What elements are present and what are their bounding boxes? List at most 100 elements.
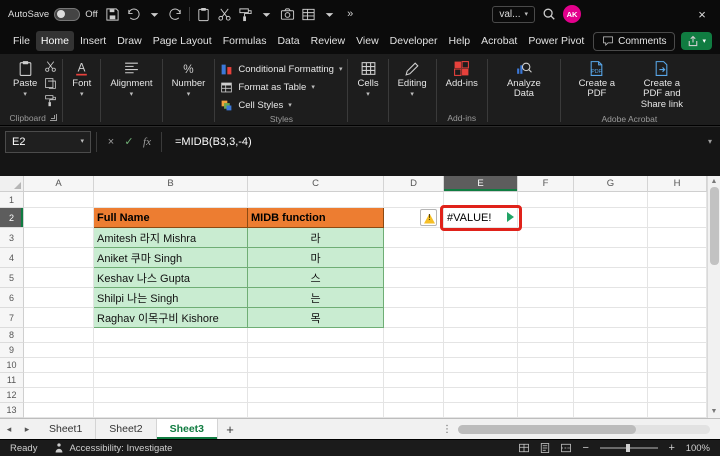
autosave-control[interactable]: AutoSave Off [8, 7, 98, 21]
cell-E3[interactable] [444, 228, 518, 248]
cell-E5[interactable] [444, 268, 518, 288]
zoom-out-icon[interactable]: − [581, 442, 591, 454]
ribbon-tab-home[interactable]: Home [35, 31, 74, 51]
format-as-table-button[interactable]: Format as Table ▾ [220, 79, 342, 95]
cell-H5[interactable] [648, 268, 707, 288]
sheet-tab-sheet2[interactable]: Sheet2 [96, 419, 157, 439]
row-header-5[interactable]: 5 [0, 268, 24, 288]
page-break-view-icon[interactable] [560, 442, 572, 454]
cell-D9[interactable] [384, 343, 444, 358]
cell-G9[interactable] [574, 343, 648, 358]
camera-icon[interactable] [280, 7, 295, 22]
close-window-button[interactable]: × [692, 7, 712, 22]
ribbon-tab-help[interactable]: Help [444, 31, 476, 51]
cell-E13[interactable] [444, 403, 518, 418]
sheet-tab-sheet1[interactable]: Sheet1 [36, 419, 97, 439]
cell-F7[interactable] [518, 308, 574, 328]
cell-B5[interactable]: Keshav 나스 Gupta [94, 268, 248, 288]
cell-B8[interactable] [94, 328, 248, 343]
cell-C5[interactable]: 스 [248, 268, 384, 288]
sheet-nav-right-icon[interactable]: ▸ [18, 424, 36, 435]
cell-G7[interactable] [574, 308, 648, 328]
alignment-button[interactable]: Alignment ▾ [106, 58, 156, 100]
cell-F1[interactable] [518, 192, 574, 208]
cell-B3[interactable]: Amitesh 라지 Mishra [94, 228, 248, 248]
cell-H6[interactable] [648, 288, 707, 308]
cell-A3[interactable] [24, 228, 94, 248]
select-all-button[interactable] [0, 176, 24, 192]
cell-A8[interactable] [24, 328, 94, 343]
table-icon[interactable] [301, 7, 316, 22]
cell-G12[interactable] [574, 388, 648, 403]
scrollbar-thumb[interactable] [709, 187, 719, 265]
sheet-nav-left-icon[interactable]: ◂ [0, 424, 18, 435]
row-header-13[interactable]: 13 [0, 403, 24, 418]
cell-B10[interactable] [94, 358, 248, 373]
autosave-toggle[interactable] [54, 7, 81, 21]
tab-scroll-divider[interactable]: ⋮ [440, 424, 454, 435]
row-header-10[interactable]: 10 [0, 358, 24, 373]
cell-H13[interactable] [648, 403, 707, 418]
cell-C3[interactable]: 라 [248, 228, 384, 248]
cell-F4[interactable] [518, 248, 574, 268]
row-header-7[interactable]: 7 [0, 308, 24, 328]
cell-G3[interactable] [574, 228, 648, 248]
copy-icon[interactable] [44, 77, 57, 90]
cell-G11[interactable] [574, 373, 648, 388]
create-pdf-share-button[interactable]: Create a PDF and Share link [631, 58, 693, 112]
cell-D12[interactable] [384, 388, 444, 403]
ribbon-tab-power-pivot[interactable]: Power Pivot [523, 31, 589, 51]
zoom-slider-thumb[interactable] [625, 444, 630, 452]
ribbon-tab-review[interactable]: Review [306, 31, 350, 51]
horizontal-scrollbar[interactable] [458, 424, 710, 434]
cell-A9[interactable] [24, 343, 94, 358]
conditional-formatting-button[interactable]: Conditional Formatting ▾ [220, 61, 342, 77]
ribbon-tab-data[interactable]: Data [272, 31, 304, 51]
column-header-G[interactable]: G [574, 176, 648, 192]
column-header-C[interactable]: C [248, 176, 384, 192]
cell-D7[interactable] [384, 308, 444, 328]
cell-F6[interactable] [518, 288, 574, 308]
cell-A5[interactable] [24, 268, 94, 288]
zoom-level[interactable]: 100% [686, 443, 710, 454]
ribbon-tab-developer[interactable]: Developer [385, 31, 443, 51]
cell-E1[interactable] [444, 192, 518, 208]
cell-H8[interactable] [648, 328, 707, 343]
search-icon[interactable] [542, 7, 556, 21]
format-painter-icon[interactable] [44, 94, 57, 107]
cell-G2[interactable] [574, 208, 648, 228]
cell-G8[interactable] [574, 328, 648, 343]
cell-B13[interactable] [94, 403, 248, 418]
cell-D5[interactable] [384, 268, 444, 288]
cell-C4[interactable]: 마 [248, 248, 384, 268]
avatar[interactable]: AK [563, 5, 581, 23]
create-pdf-button[interactable]: PDF Create a PDF [566, 58, 628, 102]
row-header-3[interactable]: 3 [0, 228, 24, 248]
column-header-A[interactable]: A [24, 176, 94, 192]
cell-C12[interactable] [248, 388, 384, 403]
cell-A13[interactable] [24, 403, 94, 418]
cell-H12[interactable] [648, 388, 707, 403]
cell-H7[interactable] [648, 308, 707, 328]
ribbon-tab-view[interactable]: View [351, 31, 384, 51]
accessibility-status[interactable]: Accessibility: Investigate [53, 442, 172, 454]
cell-E8[interactable] [444, 328, 518, 343]
column-header-D[interactable]: D [384, 176, 444, 192]
cell-H9[interactable] [648, 343, 707, 358]
insert-function-button[interactable]: fx [138, 136, 156, 148]
cell-B11[interactable] [94, 373, 248, 388]
cell-C13[interactable] [248, 403, 384, 418]
cell-E11[interactable] [444, 373, 518, 388]
ribbon-tab-draw[interactable]: Draw [112, 31, 147, 51]
cell-H11[interactable] [648, 373, 707, 388]
cell-E7[interactable] [444, 308, 518, 328]
cell-styles-button[interactable]: Cell Styles ▾ [220, 97, 342, 113]
chevron-down-icon[interactable] [259, 7, 274, 22]
cell-A11[interactable] [24, 373, 94, 388]
cell-D11[interactable] [384, 373, 444, 388]
cell-A7[interactable] [24, 308, 94, 328]
column-header-H[interactable]: H [648, 176, 707, 192]
cell-A6[interactable] [24, 288, 94, 308]
number-button[interactable]: % Number ▾ [168, 58, 210, 100]
cells-button[interactable]: Cells ▾ [353, 58, 382, 100]
